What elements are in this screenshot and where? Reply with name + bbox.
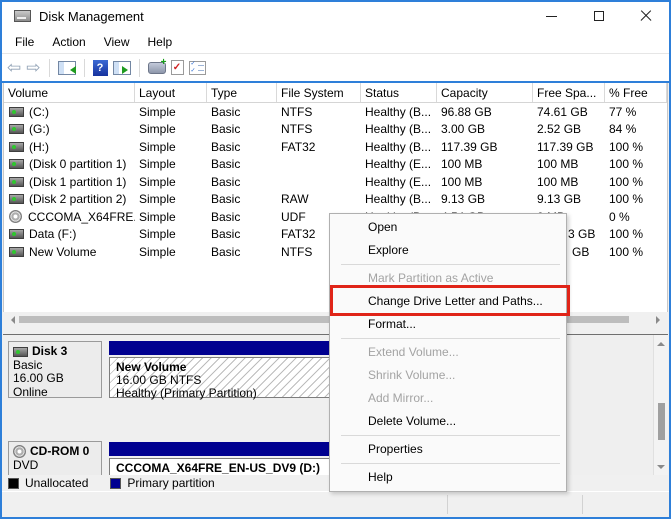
scroll-down-icon[interactable] bbox=[657, 465, 665, 473]
volume-icon bbox=[9, 124, 24, 135]
menu-separator bbox=[341, 435, 560, 436]
menu-item-help[interactable]: Help bbox=[330, 466, 566, 489]
bottom-pane-blank-area bbox=[567, 335, 652, 475]
disk-management-window: Disk Management File Action View Help Vo… bbox=[0, 0, 671, 519]
app-icon bbox=[14, 10, 31, 22]
highlight-box bbox=[330, 285, 570, 316]
forward-icon[interactable] bbox=[26, 59, 40, 77]
unallocated-label: Unallocated bbox=[25, 476, 89, 490]
volume-name: (Disk 2 partition 2) bbox=[29, 192, 127, 207]
table-row[interactable]: (C:) Simple Basic NTFS Healthy (B... 96.… bbox=[4, 103, 667, 121]
status-strip bbox=[2, 491, 669, 517]
volume-icon bbox=[9, 106, 24, 117]
table-row[interactable]: (H:) Simple Basic FAT32 Healthy (B... 11… bbox=[4, 138, 667, 156]
menu-item-add-mirror: Add Mirror... bbox=[368, 391, 434, 405]
column-header-pct-free[interactable]: % Free bbox=[605, 83, 667, 102]
volume-icon bbox=[9, 194, 24, 205]
column-header-free-space[interactable]: Free Spa... bbox=[533, 83, 605, 102]
menu-item-extend-volume: Extend Volume... bbox=[368, 345, 459, 359]
status-strip-divider bbox=[582, 495, 583, 514]
scroll-up-icon[interactable] bbox=[657, 338, 665, 346]
volume-icon bbox=[9, 141, 24, 152]
status-strip-divider bbox=[447, 495, 448, 514]
volume-name: (Disk 0 partition 1) bbox=[29, 157, 127, 172]
column-header-capacity[interactable]: Capacity bbox=[437, 83, 533, 102]
checklist-icon[interactable] bbox=[188, 60, 206, 75]
menu-action[interactable]: Action bbox=[43, 33, 94, 51]
maximize-icon bbox=[593, 11, 604, 21]
console-tree-icon[interactable] bbox=[57, 60, 76, 75]
list-header: Volume Layout Type File System Status Ca… bbox=[4, 83, 667, 103]
volume-name: (C:) bbox=[29, 104, 49, 119]
column-header-type[interactable]: Type bbox=[207, 83, 277, 102]
task-check-icon[interactable] bbox=[170, 60, 184, 75]
toolbar-separator bbox=[83, 58, 85, 77]
menu-separator bbox=[341, 463, 560, 464]
back-icon[interactable] bbox=[7, 59, 21, 77]
vertical-scrollbar-thumb[interactable] bbox=[658, 403, 665, 440]
cdrom-kind: DVD bbox=[13, 457, 39, 472]
volume-icon bbox=[9, 246, 24, 257]
menu-item-properties[interactable]: Properties bbox=[330, 438, 566, 461]
menu-item-explore[interactable]: Explore bbox=[330, 239, 566, 262]
menu-file[interactable]: File bbox=[6, 33, 43, 51]
column-header-layout[interactable]: Layout bbox=[135, 83, 207, 102]
cd-icon bbox=[9, 210, 22, 224]
menu-separator bbox=[341, 338, 560, 339]
close-button[interactable] bbox=[622, 2, 669, 30]
context-menu: Open Explore Mark Partition as Active Ch… bbox=[329, 213, 567, 492]
disk3-size: 16.00 GB bbox=[13, 371, 64, 385]
disk3-label-box[interactable]: Disk 3 Basic 16.00 GB Online bbox=[8, 341, 102, 398]
action-pane-icon[interactable] bbox=[112, 60, 131, 75]
cd-icon bbox=[13, 445, 26, 459]
scroll-right-icon[interactable] bbox=[656, 316, 664, 324]
volume-name: CCCOMA_X64FRE... bbox=[28, 209, 135, 224]
menu-item-format[interactable]: Format... bbox=[330, 313, 566, 336]
menu-bar: File Action View Help bbox=[2, 30, 669, 53]
disk-icon bbox=[13, 346, 28, 357]
column-header-status[interactable]: Status bbox=[361, 83, 437, 102]
cdrom-label-box[interactable]: CD-ROM 0 DVD bbox=[8, 441, 102, 475]
table-row[interactable]: (Disk 1 partition 1) Simple Basic Health… bbox=[4, 173, 667, 191]
vertical-scrollbar[interactable] bbox=[653, 335, 668, 475]
menu-item-open[interactable]: Open bbox=[330, 216, 566, 239]
maximize-button[interactable] bbox=[575, 2, 622, 30]
volume-name: (G:) bbox=[29, 122, 50, 137]
menu-item-delete-volume[interactable]: Delete Volume... bbox=[330, 410, 566, 433]
volume-icon bbox=[9, 159, 24, 170]
primary-partition-label: Primary partition bbox=[127, 476, 215, 490]
column-header-file-system[interactable]: File System bbox=[277, 83, 361, 102]
volume-icon bbox=[9, 176, 24, 187]
scroll-left-icon[interactable] bbox=[7, 316, 15, 324]
title-bar: Disk Management bbox=[2, 2, 669, 30]
minimize-button[interactable] bbox=[528, 2, 575, 30]
window-title: Disk Management bbox=[39, 8, 144, 24]
close-icon bbox=[640, 10, 652, 22]
volume-name: (Disk 1 partition 1) bbox=[29, 174, 127, 189]
cdrom-name: CD-ROM 0 bbox=[30, 444, 90, 458]
disk3-kind: Basic bbox=[13, 357, 43, 372]
disk3-state: Online bbox=[13, 384, 48, 399]
menu-separator bbox=[341, 264, 560, 265]
table-row[interactable]: (Disk 0 partition 1) Simple Basic Health… bbox=[4, 156, 667, 174]
menu-item-shrink-volume: Shrink Volume... bbox=[368, 368, 456, 382]
column-header-volume[interactable]: Volume bbox=[4, 83, 135, 102]
remote-device-icon[interactable] bbox=[147, 57, 166, 74]
primary-partition-swatch bbox=[110, 477, 122, 489]
table-row[interactable]: (G:) Simple Basic NTFS Healthy (B... 3.0… bbox=[4, 121, 667, 139]
volume-name: Data (F:) bbox=[29, 227, 77, 242]
volume-icon bbox=[9, 229, 24, 240]
menu-help[interactable]: Help bbox=[139, 33, 182, 51]
toolbar-separator bbox=[48, 58, 50, 77]
volume-name: New Volume bbox=[29, 244, 97, 259]
table-row[interactable]: (Disk 2 partition 2) Simple Basic RAW He… bbox=[4, 191, 667, 209]
minimize-icon bbox=[546, 15, 557, 17]
menu-view[interactable]: View bbox=[95, 33, 139, 51]
unallocated-swatch bbox=[8, 477, 19, 489]
disk3-name: Disk 3 bbox=[32, 344, 68, 358]
toolbar bbox=[2, 53, 669, 81]
toolbar-separator bbox=[138, 58, 140, 77]
volume-name: (H:) bbox=[29, 139, 49, 154]
help-icon[interactable] bbox=[92, 59, 108, 76]
